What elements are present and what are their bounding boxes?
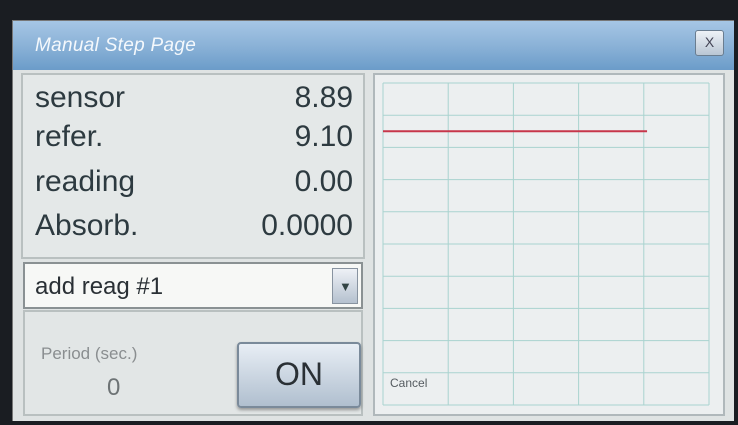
title-bar: Manual Step Page X	[13, 21, 734, 70]
readout-row-sensor: sensor 8.89	[35, 81, 353, 125]
instrument-screen: Manual Step Page X sensor 8.89 refer. 9.…	[12, 20, 734, 421]
readout-value: 0.0000	[261, 209, 353, 242]
control-panel: Period (sec.) 0 ON	[23, 310, 363, 416]
readout-row-absorbance: Absorb. 0.0000	[35, 209, 353, 253]
cancel-button[interactable]: Cancel	[390, 376, 427, 390]
period-value[interactable]: 0	[107, 374, 120, 402]
readout-label: reading	[35, 165, 136, 198]
readout-value: 9.10	[294, 120, 353, 153]
readout-row-reference: refer. 9.10	[35, 120, 353, 164]
chevron-down-icon: ▼	[339, 279, 352, 294]
on-button[interactable]: ON	[237, 342, 361, 408]
readout-label: Absorb.	[35, 209, 139, 242]
dropdown-toggle-button[interactable]: ▼	[332, 268, 358, 304]
period-label: Period (sec.)	[41, 344, 138, 363]
readout-label: refer.	[35, 120, 104, 153]
readout-row-reading: reading 0.00	[35, 165, 353, 209]
window-title: Manual Step Page	[35, 35, 197, 56]
step-dropdown[interactable]: add reag #1 ▼	[23, 262, 363, 309]
step-dropdown-value: add reag #1	[35, 273, 164, 300]
graph-canvas	[382, 82, 710, 406]
readout-panel: sensor 8.89 refer. 9.10 reading 0.00 Abs…	[21, 73, 365, 259]
readout-value: 0.00	[294, 165, 353, 198]
readout-label: sensor	[35, 81, 126, 114]
readout-value: 8.89	[294, 81, 353, 114]
close-button[interactable]: X	[695, 30, 724, 56]
signal-graph: Cancel	[373, 73, 725, 416]
